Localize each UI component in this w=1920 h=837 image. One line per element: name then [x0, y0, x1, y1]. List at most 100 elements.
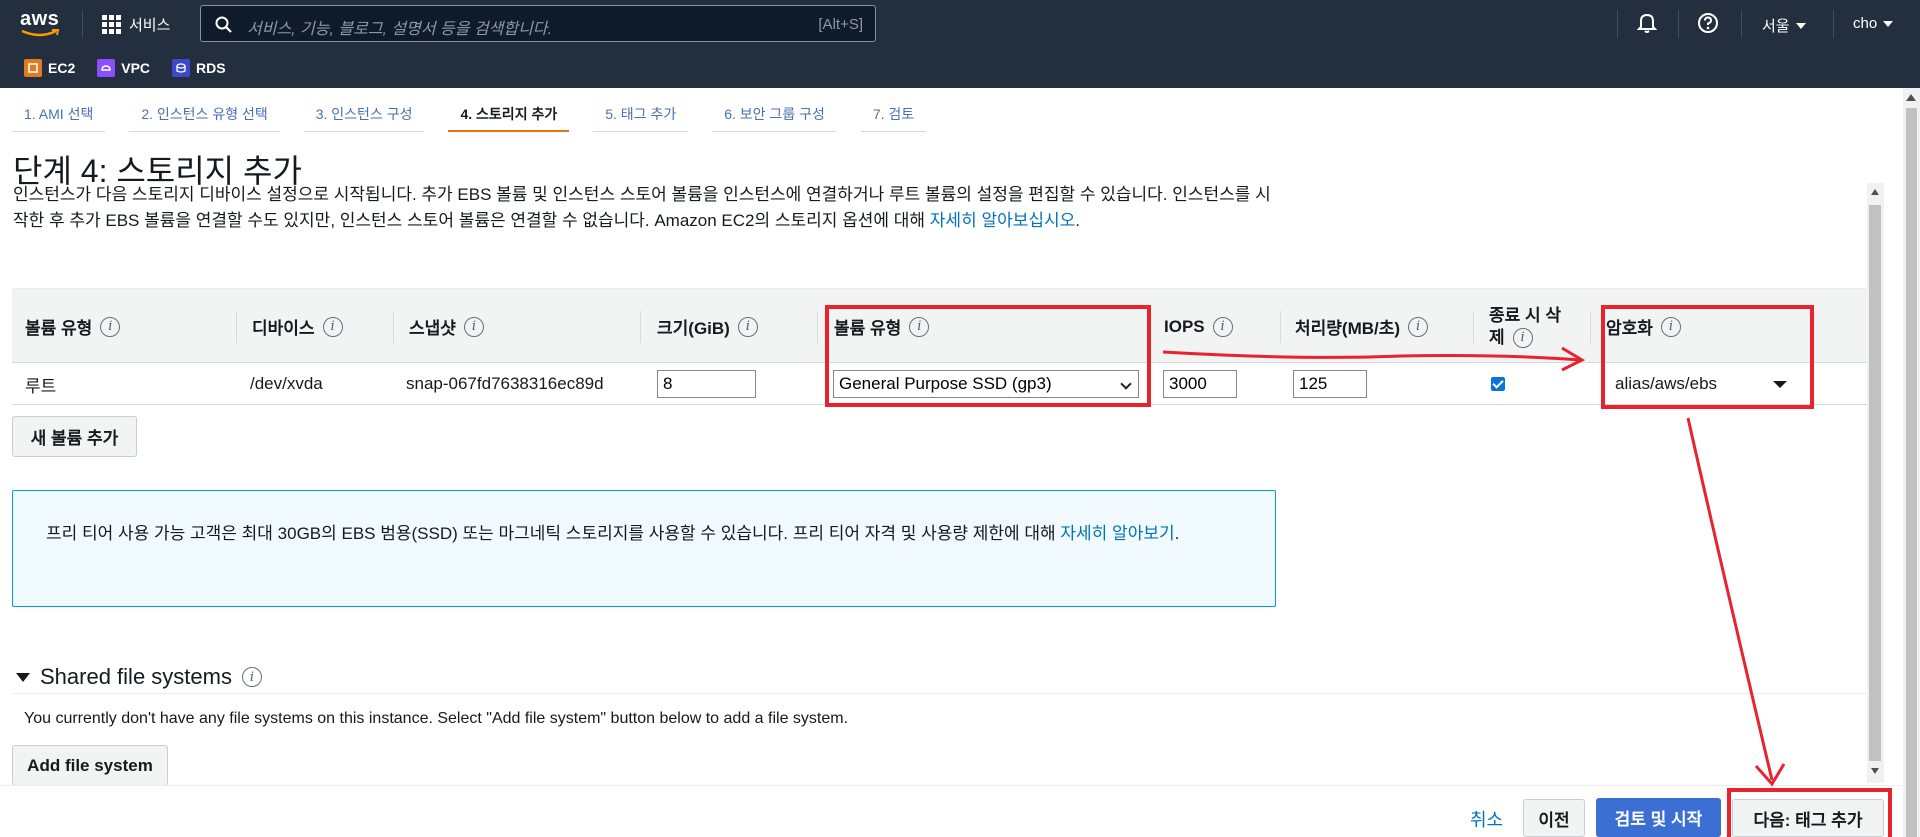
description-period: . — [1075, 211, 1081, 230]
page-scrollbar-thumb[interactable] — [1906, 108, 1917, 837]
column-header-size: 크기(GiB) i — [657, 289, 758, 364]
favorite-vpc[interactable]: VPC — [97, 59, 150, 77]
search-placeholder: 서비스, 기능, 블로그, 설명서 등을 검색합니다. — [247, 21, 552, 38]
aws-smile-icon — [21, 29, 60, 37]
add-volume-button[interactable]: 새 볼륨 추가 — [12, 416, 137, 457]
column-divider — [1149, 311, 1150, 343]
tab-security-group[interactable]: 6. 보안 그룹 구성 — [712, 92, 837, 132]
ec2-icon — [24, 59, 42, 77]
shared-file-systems-description: You currently don't have any file system… — [24, 710, 849, 727]
favorites-bar: EC2 VPC RDS — [0, 48, 1920, 88]
notifications-button[interactable] — [1637, 12, 1657, 34]
info-period: . — [1174, 524, 1180, 543]
aws-logo-text: aws — [20, 8, 60, 30]
services-label: 서비스 — [129, 16, 171, 34]
nav-divider — [1833, 10, 1834, 38]
tab-configure-instance[interactable]: 3. 인스턴스 구성 — [303, 92, 425, 132]
caret-down-icon — [1795, 22, 1806, 29]
page-description: 인스턴스가 다음 스토리지 디바이스 설정으로 시작됩니다. 추가 EBS 볼륨… — [13, 182, 1283, 234]
header-label-line2-wrap: 제 i — [1489, 327, 1533, 349]
encryption-select[interactable]: alias/aws/ebs — [1615, 363, 1815, 405]
user-menu[interactable]: cho — [1853, 15, 1894, 32]
review-and-launch-button[interactable]: 검토 및 시작 — [1596, 798, 1721, 837]
vpc-icon — [97, 59, 116, 77]
throughput-input[interactable]: 125 — [1293, 370, 1367, 398]
add-file-system-button[interactable]: Add file system — [12, 745, 168, 786]
scroll-up-arrow-icon[interactable] — [1906, 94, 1916, 101]
help-button[interactable] — [1697, 12, 1719, 34]
delete-on-termination-checkbox[interactable] — [1491, 377, 1505, 391]
nav-divider — [1741, 10, 1742, 38]
volume-type-select[interactable]: General Purpose SSD (gp3) — [833, 370, 1139, 398]
favorite-label: RDS — [196, 60, 226, 76]
caret-down-icon — [16, 672, 30, 682]
tab-review[interactable]: 7. 검토 — [860, 92, 927, 132]
wizard-steps: 1. AMI 선택 2. 인스턴스 유형 선택 3. 인스턴스 구성 4. 스토… — [12, 92, 950, 134]
region-label: 서울 — [1762, 18, 1790, 35]
bell-icon — [1637, 13, 1657, 33]
aws-logo[interactable]: aws — [20, 8, 66, 40]
content-scrollbar-thumb[interactable] — [1869, 205, 1881, 761]
header-label: 볼륨 유형 — [834, 319, 902, 338]
column-divider — [1280, 311, 1281, 343]
storage-table-header: 볼륨 유형 i 디바이스 i 스냅샷 i 크기(GiB) i 볼륨 유형 i I… — [12, 288, 1867, 363]
tab-instance-type[interactable]: 2. 인스턴스 유형 선택 — [129, 92, 280, 132]
free-tier-info-text: 프리 티어 사용 가능 고객은 최대 30GB의 EBS 범용(SSD) 또는 … — [46, 521, 1256, 547]
region-selector[interactable]: 서울 — [1762, 15, 1806, 36]
cell-device: /dev/xvda — [250, 374, 323, 393]
search-shortcut: [Alt+S] — [818, 16, 863, 33]
shared-file-systems-toggle[interactable]: Shared file systems i — [16, 664, 262, 690]
tab-add-tags[interactable]: 5. 태그 추가 — [593, 92, 689, 132]
info-icon[interactable]: i — [1408, 316, 1429, 337]
cancel-link[interactable]: 취소 — [1470, 806, 1503, 832]
section-divider — [12, 693, 1867, 694]
info-icon[interactable]: i — [241, 667, 262, 687]
scroll-up-arrow-icon[interactable] — [1871, 189, 1879, 195]
size-input[interactable]: 8 — [657, 370, 756, 398]
chevron-down-icon — [1120, 378, 1132, 390]
column-header-volume-type: 볼륨 유형 i — [25, 289, 121, 364]
info-icon[interactable]: i — [463, 316, 484, 337]
header-label: 디바이스 — [252, 319, 315, 338]
previous-button[interactable]: 이전 — [1523, 799, 1585, 837]
header-label: 크기(GiB) — [657, 319, 730, 338]
favorite-label: VPC — [121, 60, 151, 76]
info-icon[interactable]: i — [1660, 316, 1681, 337]
info-icon[interactable]: i — [737, 316, 758, 337]
favorite-rds[interactable]: RDS — [172, 59, 226, 77]
free-tier-info-box: 프리 티어 사용 가능 고객은 최대 30GB의 EBS 범용(SSD) 또는 … — [12, 490, 1276, 607]
encryption-value: alias/aws/ebs — [1615, 374, 1718, 393]
column-divider — [817, 311, 818, 343]
info-icon[interactable]: i — [322, 316, 343, 337]
info-icon[interactable]: i — [909, 316, 930, 337]
info-icon[interactable]: i — [100, 316, 121, 337]
column-divider — [393, 311, 394, 343]
favorite-ec2[interactable]: EC2 — [24, 59, 75, 77]
caret-down-icon — [1883, 20, 1894, 27]
column-header-snapshot: 스냅샷 i — [409, 289, 484, 364]
tab-add-storage[interactable]: 4. 스토리지 추가 — [448, 92, 570, 132]
user-label: cho — [1853, 15, 1878, 32]
search-input[interactable]: 서비스, 기능, 블로그, 설명서 등을 검색합니다. [Alt+S] — [200, 5, 876, 42]
column-header-throughput: 처리량(MB/초) i — [1295, 289, 1429, 364]
column-header-iops: IOPS i — [1164, 289, 1233, 364]
info-icon[interactable]: i — [1512, 327, 1533, 348]
header-label: 처리량(MB/초) — [1295, 319, 1401, 338]
top-navigation: aws 서비스 서비스, 기능, 블로그, 설명서 등을 검색합니다. [Alt… — [0, 0, 1920, 88]
learn-more-link[interactable]: 자세히 알아보십시오 — [930, 211, 1075, 230]
cell-snapshot: snap-067fd7638316ec89d — [406, 374, 604, 393]
header-label-line2: 제 — [1489, 327, 1505, 347]
services-menu-button[interactable]: 서비스 — [102, 12, 170, 36]
column-header-device: 디바이스 i — [252, 289, 343, 364]
tab-ami[interactable]: 1. AMI 선택 — [12, 92, 106, 132]
nav-divider — [1617, 10, 1618, 38]
info-icon[interactable]: i — [1212, 316, 1233, 337]
table-row: 루트 /dev/xvda snap-067fd7638316ec89d 8 Ge… — [12, 363, 1867, 405]
scroll-down-arrow-icon[interactable] — [1871, 768, 1879, 774]
next-add-tags-button[interactable]: 다음: 태그 추가 — [1732, 799, 1884, 837]
footer-divider — [0, 785, 1903, 786]
iops-input[interactable]: 3000 — [1163, 370, 1237, 398]
header-label: 스냅샷 — [409, 319, 456, 338]
column-divider — [640, 311, 641, 343]
free-tier-learn-more-link[interactable]: 자세히 알아보기 — [1060, 524, 1174, 543]
